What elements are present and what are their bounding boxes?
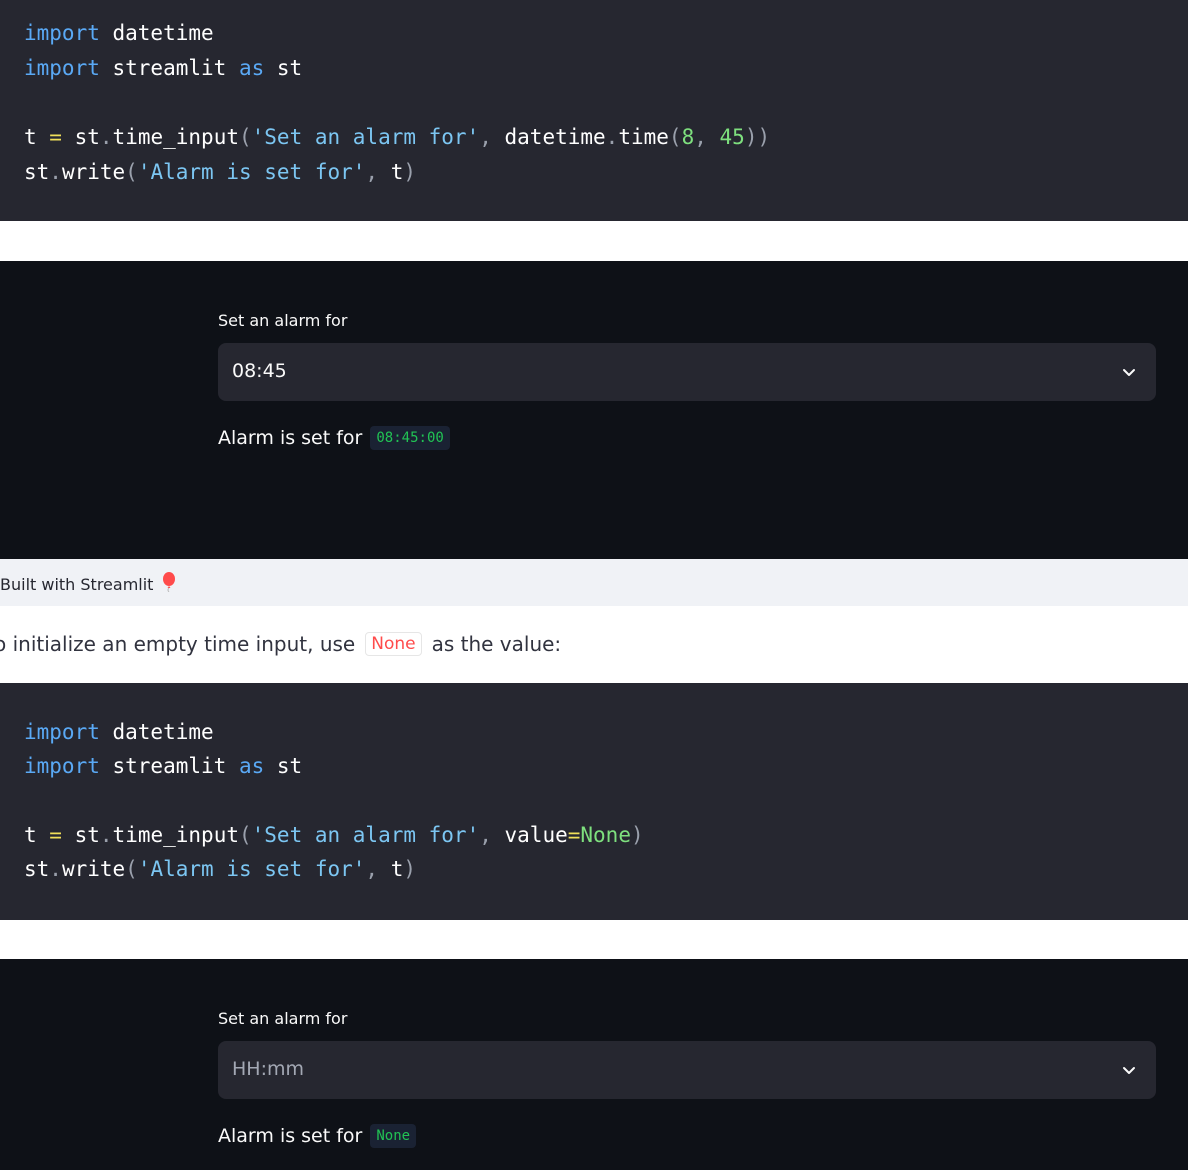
write-output: Alarm is set for 08:45:00 <box>218 426 450 450</box>
time-input-label: Set an alarm for <box>218 1009 348 1028</box>
write-text: Alarm is set for <box>218 427 363 449</box>
app-preview-1: Set an alarm for 08:45 Alarm is set for … <box>0 261 1188 559</box>
chevron-down-icon <box>1123 1067 1135 1074</box>
time-input-placeholder: HH:mm <box>232 1058 304 1080</box>
code-line: import datetime <box>24 21 214 45</box>
time-input-label: Set an alarm for <box>218 311 348 330</box>
time-input[interactable]: 08:45 <box>218 343 1156 401</box>
chevron-down-icon <box>1123 369 1135 376</box>
app-preview-2: Set an alarm for HH:mm Alarm is set for … <box>0 959 1188 1170</box>
code-line: st.write('Alarm is set for', t) <box>24 857 417 881</box>
prose-paragraph: o initialize an empty time input, use No… <box>0 632 561 656</box>
balloon-icon <box>162 572 175 592</box>
code-block-2: import datetime import streamlit as st t… <box>0 683 1188 920</box>
write-value: 08:45:00 <box>370 426 450 450</box>
code-line: import streamlit as st <box>24 754 303 778</box>
prose-text-before: o initialize an empty time input, use <box>0 632 356 656</box>
prose-text-after: as the value: <box>431 632 562 656</box>
code-line: t = st.time_input('Set an alarm for', da… <box>24 125 771 149</box>
time-input[interactable]: HH:mm <box>218 1041 1156 1099</box>
code-line: import streamlit as st <box>24 56 303 80</box>
time-input-value: 08:45 <box>232 360 287 382</box>
write-text: Alarm is set for <box>218 1125 363 1147</box>
code-block-1: import datetime import streamlit as st t… <box>0 0 1188 221</box>
code-line: t = st.time_input('Set an alarm for', va… <box>24 823 644 847</box>
write-output: Alarm is set for None <box>218 1124 417 1148</box>
code-line: st.write('Alarm is set for', t) <box>24 160 417 184</box>
write-value: None <box>370 1124 417 1148</box>
footer-bar: Built with Streamlit <box>0 559 1188 606</box>
code-line: import datetime <box>24 720 214 744</box>
inline-code: None <box>365 632 422 656</box>
footer-text[interactable]: Built with Streamlit <box>0 575 153 594</box>
